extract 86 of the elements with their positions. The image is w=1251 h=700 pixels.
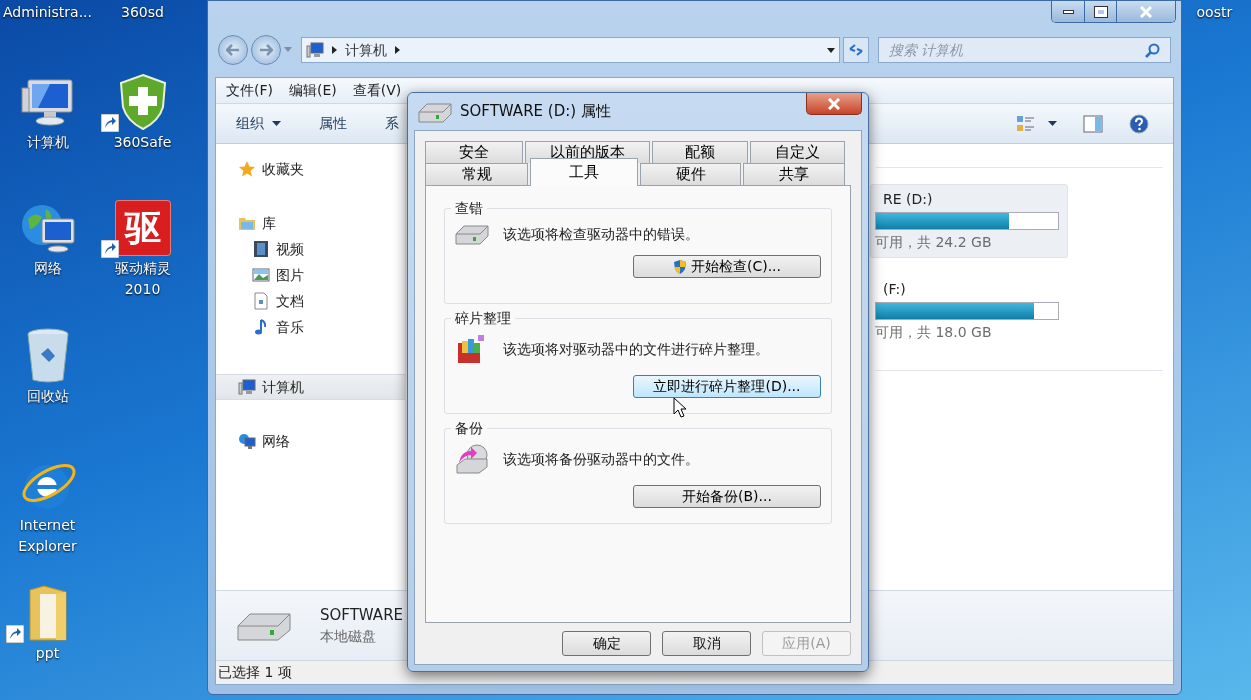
refresh-button[interactable] bbox=[843, 37, 869, 63]
nav-item[interactable]: 视频 bbox=[216, 236, 405, 262]
backup-icon bbox=[455, 443, 489, 475]
desktop-icon-label[interactable]: 360sd bbox=[96, 2, 189, 23]
app-logo: 驱 bbox=[114, 200, 171, 256]
history-caret-icon bbox=[283, 47, 292, 53]
minimize-button[interactable] bbox=[1052, 1, 1085, 22]
dialog-button[interactable]: 确定 bbox=[562, 631, 651, 656]
document-icon bbox=[252, 292, 270, 310]
tab[interactable]: 自定义 bbox=[750, 141, 845, 163]
preview-pane-icon bbox=[1083, 114, 1103, 133]
desktop-icon-label[interactable]: 网络 bbox=[1, 258, 94, 279]
group-description: 该选项将检查驱动器中的错误。 bbox=[503, 224, 699, 244]
drive-tile[interactable]: RE (D:) 可用，共 24.2 GB bbox=[870, 184, 1068, 258]
nav-item[interactable]: 网络 bbox=[216, 428, 405, 454]
desktop-icon-label[interactable]: 计算机 bbox=[1, 132, 94, 153]
breadcrumb-arrow-icon bbox=[331, 46, 337, 54]
dropdown-caret-icon bbox=[272, 121, 281, 126]
maximize-button[interactable] bbox=[1085, 1, 1117, 22]
dialog-button[interactable]: 取消 bbox=[662, 631, 751, 656]
address-bar[interactable]: 计算机 bbox=[300, 37, 840, 63]
drive-name: (F:) bbox=[882, 280, 907, 299]
dropdown-caret-icon bbox=[827, 47, 835, 53]
toolbar-button[interactable]: 系 bbox=[385, 113, 399, 134]
group-description: 该选项将备份驱动器中的文件。 bbox=[503, 449, 699, 469]
recycle-bin-icon bbox=[24, 328, 71, 384]
nav-item[interactable]: 库 bbox=[216, 210, 405, 236]
nav-item[interactable]: 收藏夹 bbox=[216, 156, 405, 182]
dropdown-caret-icon bbox=[1048, 121, 1057, 126]
hard-drive-icon bbox=[418, 100, 452, 123]
toolbar-button[interactable]: 组织 bbox=[236, 113, 281, 134]
selected-item-type: 本地磁盘 bbox=[320, 627, 377, 647]
breadcrumb-item[interactable]: 计算机 bbox=[344, 39, 387, 61]
network-icon bbox=[238, 432, 256, 450]
computer-icon bbox=[19, 76, 76, 128]
film-icon bbox=[252, 240, 270, 258]
group-description: 该选项将对驱动器中的文件进行碎片整理。 bbox=[503, 339, 769, 359]
search-icon bbox=[1145, 42, 1160, 58]
menu-item[interactable]: 文件(F) bbox=[226, 80, 273, 101]
desktop-icon-label[interactable]: 360Safe bbox=[96, 132, 189, 153]
action-button[interactable]: 开始检查(C)... bbox=[633, 255, 821, 278]
dialog-title: SOFTWARE (D:) 属性 bbox=[460, 101, 612, 123]
tab[interactable]: 硬件 bbox=[640, 163, 741, 185]
star-icon bbox=[238, 160, 256, 178]
tab[interactable]: 安全 bbox=[425, 141, 523, 163]
nav-item[interactable]: 音乐 bbox=[216, 314, 405, 340]
close-button[interactable] bbox=[806, 93, 862, 115]
status-text: 已选择 1 项 bbox=[218, 663, 292, 682]
mouse-pointer-icon bbox=[673, 397, 687, 419]
tab[interactable]: 配额 bbox=[652, 141, 748, 163]
drive-tile[interactable]: (F:) 可用，共 18.0 GB bbox=[870, 274, 1068, 348]
back-arrow-icon bbox=[225, 44, 240, 56]
desktop-icon-label[interactable]: 驱动精灵 2010 bbox=[96, 258, 189, 300]
desktop-icon-label[interactable]: 回收站 bbox=[1, 386, 94, 407]
help-icon bbox=[1129, 113, 1149, 134]
toolbar-button[interactable]: 属性 bbox=[319, 113, 347, 134]
tab[interactable]: 共享 bbox=[743, 163, 845, 185]
drive-name: RE (D:) bbox=[882, 190, 934, 209]
menu-item[interactable]: 查看(V) bbox=[352, 80, 402, 101]
computer-icon bbox=[238, 378, 256, 396]
hard-drive-icon bbox=[455, 223, 489, 245]
back-button[interactable] bbox=[218, 35, 248, 65]
selected-item-name: SOFTWARE bbox=[320, 604, 404, 626]
forward-arrow-icon bbox=[258, 44, 273, 56]
shield-icon bbox=[672, 258, 687, 275]
action-button[interactable]: 立即进行碎片整理(D)... bbox=[633, 375, 821, 398]
picture-icon bbox=[252, 266, 270, 284]
forward-button[interactable] bbox=[250, 35, 281, 65]
drive-info: 可用，共 18.0 GB bbox=[875, 323, 993, 342]
drive-info: 可用，共 24.2 GB bbox=[875, 233, 993, 252]
nav-item[interactable]: 文档 bbox=[216, 288, 405, 314]
desktop-icon-label[interactable]: ppt bbox=[1, 643, 94, 664]
desktop-icon-label[interactable]: oostr bbox=[1196, 2, 1251, 23]
nav-item[interactable]: 图片 bbox=[216, 262, 405, 288]
nav-item[interactable]: 计算机 bbox=[216, 374, 405, 400]
desktop-icon-label[interactable]: Internet Explorer bbox=[1, 515, 94, 557]
breadcrumb-arrow-icon bbox=[394, 46, 400, 54]
view-options-icon bbox=[1016, 114, 1036, 133]
computer-icon bbox=[305, 41, 324, 59]
menu-item[interactable]: 编辑(E) bbox=[289, 80, 337, 101]
tab[interactable]: 工具 bbox=[530, 158, 638, 186]
close-icon bbox=[828, 97, 840, 110]
tab[interactable]: 常规 bbox=[425, 163, 528, 185]
close-icon bbox=[1140, 5, 1152, 18]
desktop-icon-label[interactable]: Administra... bbox=[1, 2, 94, 23]
action-button[interactable]: 开始备份(B)... bbox=[633, 485, 821, 508]
